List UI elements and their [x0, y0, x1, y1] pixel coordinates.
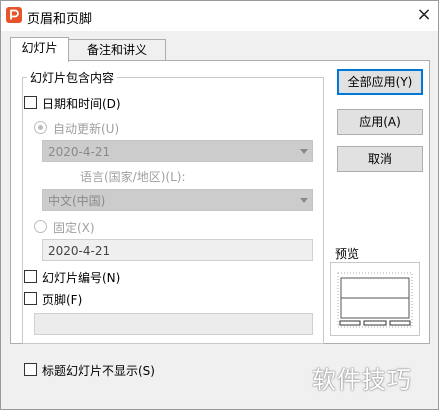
chevron-down-icon — [300, 149, 308, 154]
preview-thumbnail — [330, 262, 420, 336]
fixed-radio[interactable] — [34, 220, 47, 233]
tab-slides[interactable]: 幻灯片 — [10, 37, 69, 62]
close-icon[interactable]: × — [413, 4, 435, 26]
auto-update-date-select[interactable]: 2020-4-21 — [42, 140, 313, 162]
auto-update-date-value: 2020-4-21 — [48, 145, 111, 159]
fixed-date-value: 2020-4-21 — [48, 244, 111, 258]
auto-update-label: 自动更新(U) — [53, 122, 120, 136]
language-label: 语言(国家/地区)(L): — [80, 170, 186, 184]
preview-label: 预览 — [335, 247, 360, 261]
apply-all-button[interactable]: 全部应用(Y) — [337, 69, 423, 95]
auto-update-radio[interactable] — [34, 121, 47, 134]
chevron-down-icon — [300, 198, 308, 203]
dialog-title: 页眉和页脚 — [27, 12, 93, 27]
language-select[interactable]: 中文(中国) — [42, 189, 313, 211]
wps-presentation-icon — [6, 7, 22, 23]
footer-label: 页脚(F) — [42, 293, 83, 307]
slide-number-checkbox[interactable] — [24, 270, 37, 283]
footer-checkbox[interactable] — [24, 292, 37, 305]
cancel-button[interactable]: 取消 — [337, 146, 423, 172]
fixed-label: 固定(X) — [53, 221, 95, 235]
fixed-date-input[interactable]: 2020-4-21 — [42, 239, 313, 261]
radio-selected-dot — [38, 125, 43, 130]
slide-preview-graphic — [337, 272, 413, 328]
language-value: 中文(中国) — [48, 194, 106, 208]
date-time-checkbox[interactable] — [24, 96, 37, 109]
title-bar: 页眉和页脚 × — [1, 1, 438, 31]
footer-text-input[interactable] — [34, 313, 313, 335]
watermark-text: 软件技巧 — [312, 366, 412, 394]
slide-number-label: 幻灯片编号(N) — [42, 271, 121, 285]
hide-on-title-slide-label: 标题幻灯片不显示(S) — [42, 364, 155, 378]
group-legend: 幻灯片包含内容 — [27, 69, 118, 86]
apply-button[interactable]: 应用(A) — [337, 109, 423, 135]
tab-notes-handouts[interactable]: 备注和讲义 — [68, 39, 166, 61]
hide-on-title-slide-checkbox[interactable] — [24, 363, 37, 376]
date-time-label: 日期和时间(D) — [42, 97, 121, 111]
